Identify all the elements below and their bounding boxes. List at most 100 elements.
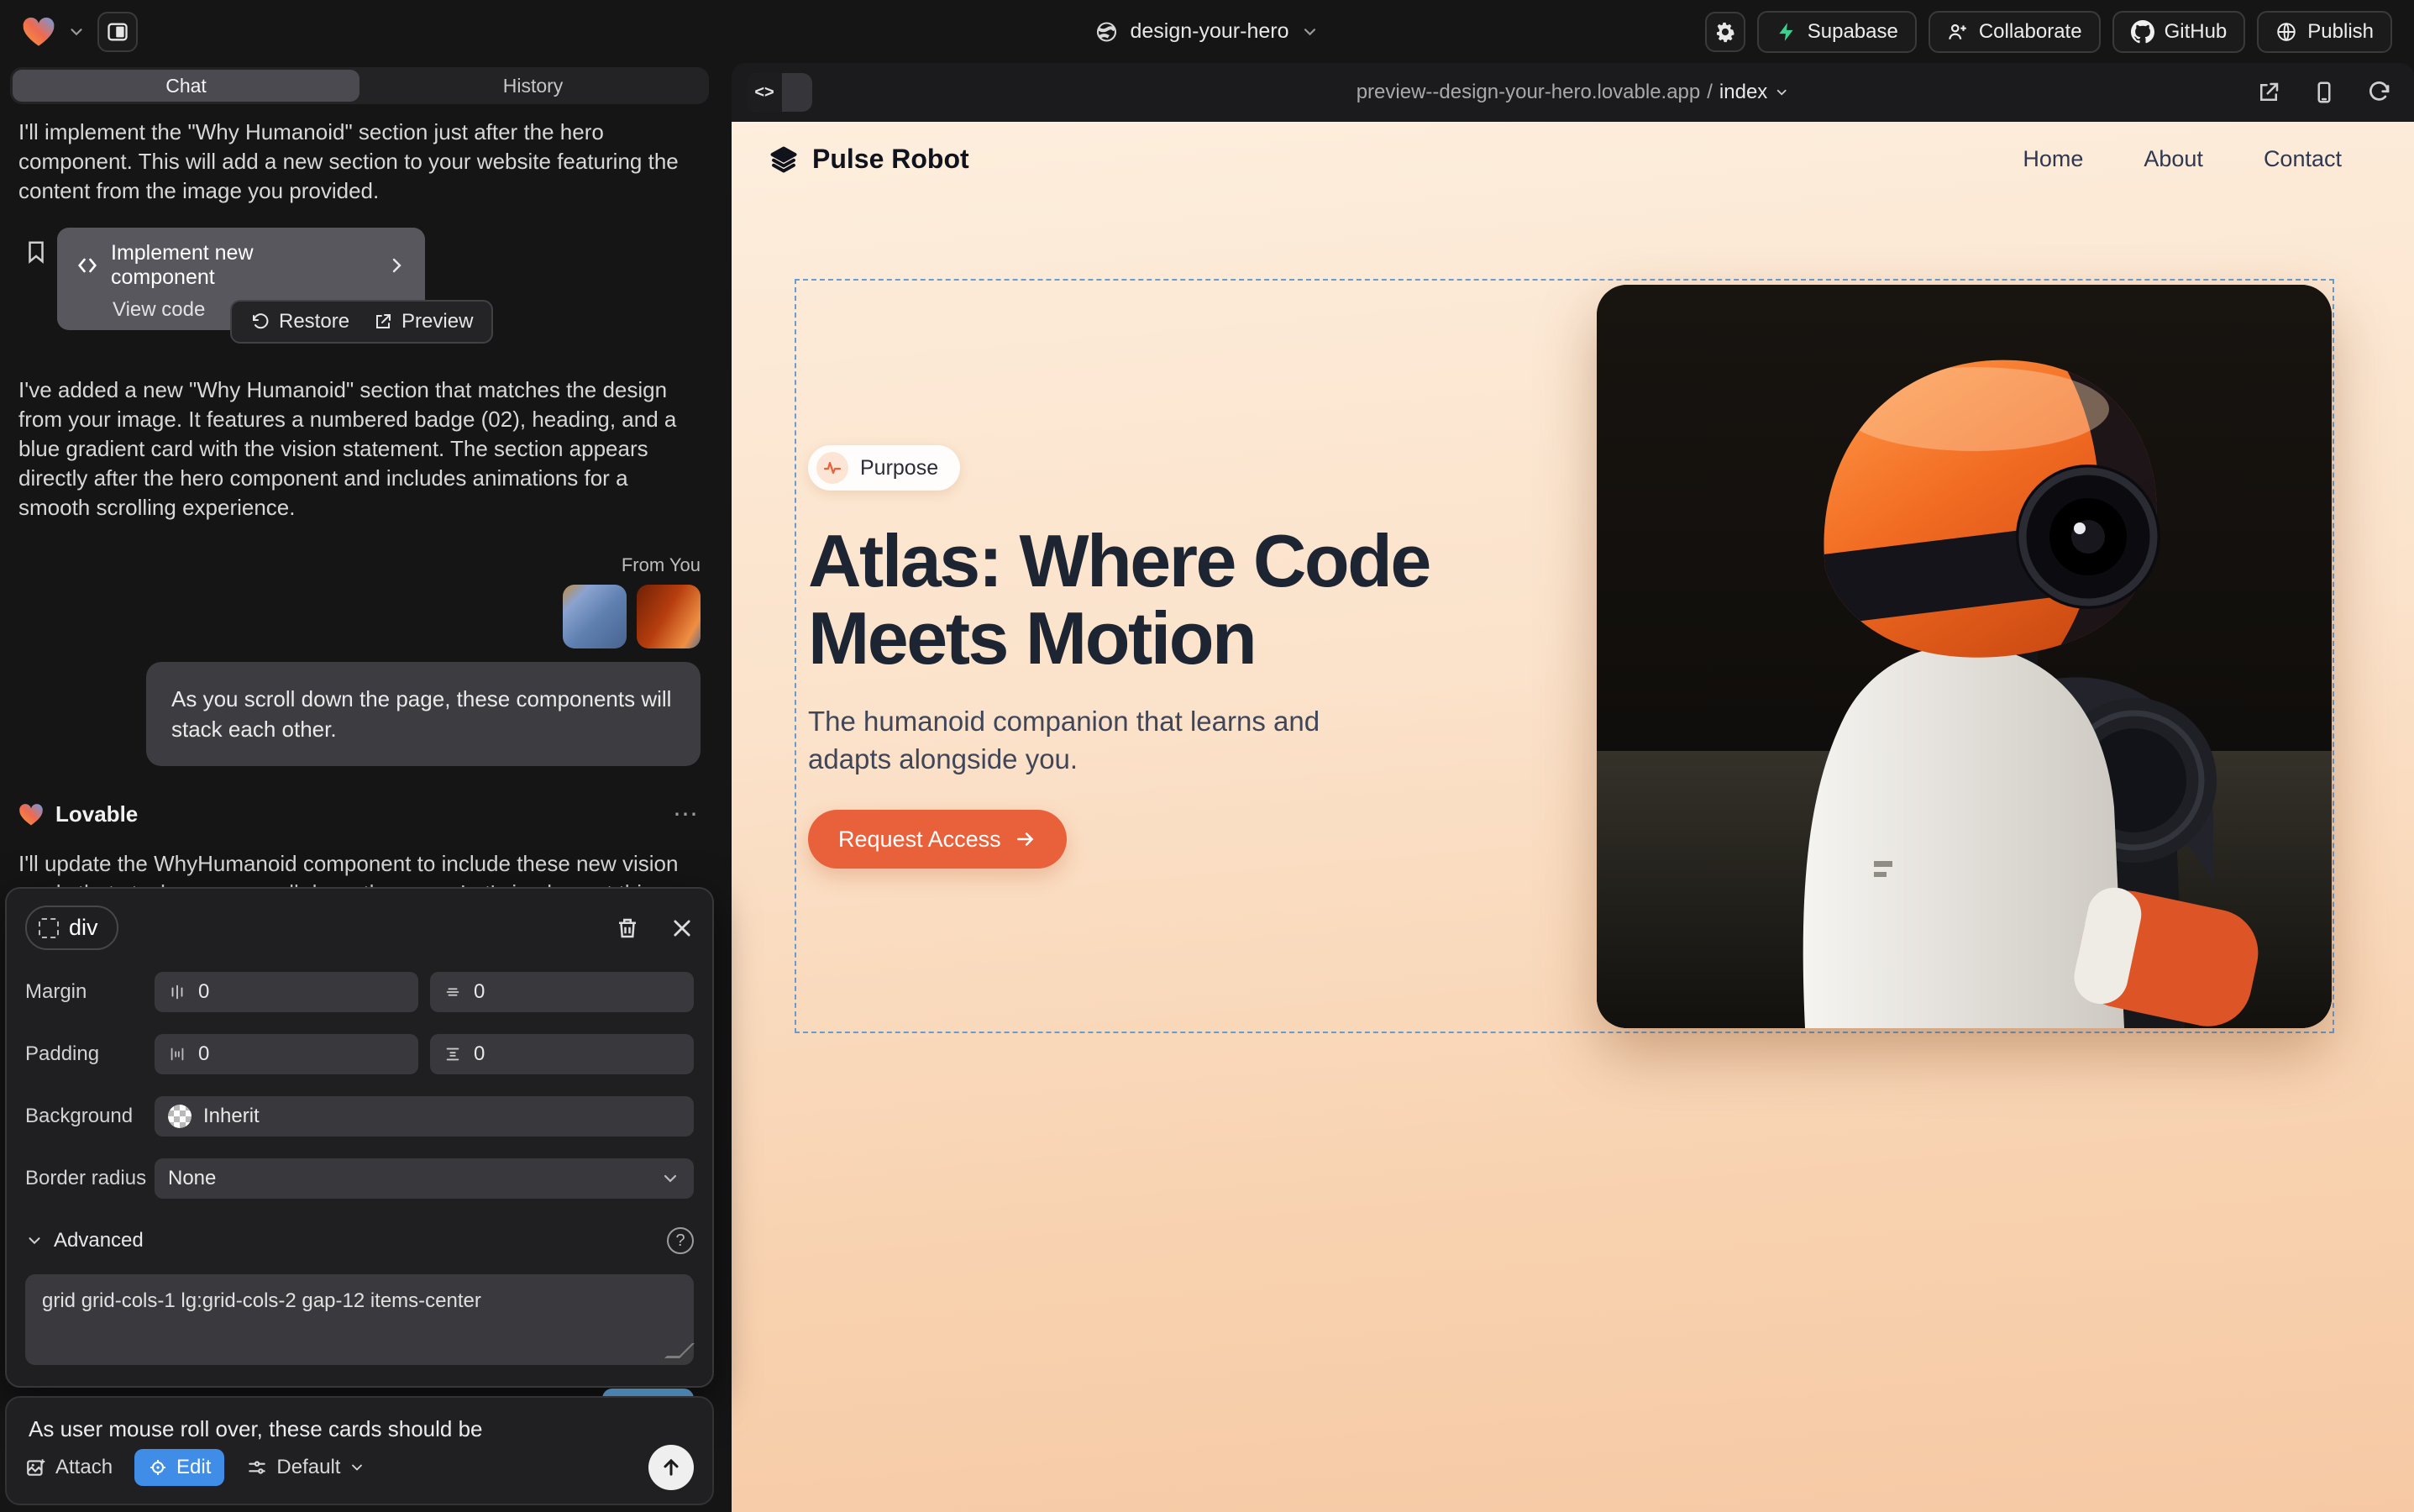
edit-label: Edit: [176, 1456, 211, 1479]
publish-label: Publish: [2307, 20, 2374, 44]
component-card-block: Implement new component View code Restor…: [5, 228, 714, 350]
padding-y-input[interactable]: 0: [430, 1034, 694, 1074]
site-brand[interactable]: Pulse Robot: [769, 144, 969, 175]
globe-icon: [1095, 20, 1119, 44]
classes-value: grid grid-cols-1 lg:grid-cols-2 gap-12 i…: [42, 1289, 481, 1312]
transparency-swatch-icon: [168, 1105, 192, 1128]
padding-y-icon: [443, 1045, 462, 1063]
code-icon: [76, 254, 99, 277]
padding-x-input[interactable]: 0: [155, 1034, 418, 1074]
margin-label: Margin: [25, 980, 155, 1004]
padding-x-icon: [168, 1045, 186, 1063]
topbar: design-your-hero Supabase Collaborate Gi…: [0, 0, 2414, 63]
mobile-view-button[interactable]: [2312, 80, 2337, 105]
chevron-right-icon: [386, 255, 407, 276]
project-name: design-your-hero: [1131, 19, 1289, 44]
lovable-heart-logo-icon[interactable]: [22, 16, 55, 48]
bookmark-icon[interactable]: [24, 239, 49, 265]
dashed-selection-icon: [39, 918, 59, 938]
chat-history-tabs: Chat History: [10, 67, 709, 104]
code-toggle-icon: <>: [747, 73, 782, 112]
assistant-message-1: I'll implement the "Why Humanoid" sectio…: [5, 118, 714, 206]
toggle-sidebar-button[interactable]: [97, 12, 138, 52]
rendered-website: Pulse Robot Home About Contact Purpose A…: [732, 122, 2414, 1512]
purpose-badge[interactable]: Purpose: [808, 445, 960, 491]
border-radius-select[interactable]: None: [155, 1158, 694, 1199]
margin-y-value: 0: [474, 980, 485, 1004]
resize-handle[interactable]: [664, 1343, 695, 1358]
project-chevron-down-icon: [1301, 23, 1320, 41]
send-button[interactable]: [648, 1445, 694, 1490]
preview-page-name: index: [1719, 81, 1767, 104]
tailwind-classes-textarea[interactable]: grid grid-cols-1 lg:grid-cols-2 gap-12 i…: [25, 1274, 694, 1365]
message-menu-button[interactable]: ⋯: [673, 800, 701, 829]
cta-label: Request Access: [838, 827, 1001, 853]
preview-label: Preview: [401, 310, 473, 333]
assistant-name: Lovable: [55, 801, 138, 827]
add-user-icon: [1947, 21, 1969, 43]
restore-button[interactable]: Restore: [250, 310, 349, 333]
tab-chat[interactable]: Chat: [13, 70, 359, 102]
element-inspector-panel: div Margin 0: [5, 887, 714, 1388]
publish-button[interactable]: Publish: [2257, 11, 2392, 53]
hero-section-selection[interactable]: Purpose Atlas: Where Code Meets Motion T…: [795, 279, 2334, 1033]
supabase-label: Supabase: [1808, 20, 1898, 44]
collaborate-button[interactable]: Collaborate: [1929, 11, 2101, 53]
assistant-header: Lovable ⋯: [5, 800, 714, 829]
delete-element-button[interactable]: [615, 916, 640, 941]
user-message-bubble: As you scroll down the page, these compo…: [146, 662, 701, 766]
preview-pane: <> preview--design-your-hero.lovable.app…: [732, 63, 2414, 1512]
nav-contact[interactable]: Contact: [2264, 146, 2342, 172]
preview-button[interactable]: Preview: [373, 310, 473, 333]
sliders-icon: [246, 1457, 268, 1478]
nav-home[interactable]: Home: [2023, 146, 2083, 172]
attach-image-icon: [25, 1457, 47, 1478]
supabase-button[interactable]: Supabase: [1757, 11, 1917, 53]
layers-icon: [769, 144, 799, 175]
border-radius-value: None: [168, 1167, 216, 1190]
attachment-thumbnail-orange[interactable]: [637, 585, 701, 648]
background-input[interactable]: Inherit: [155, 1096, 694, 1137]
margin-x-input[interactable]: 0: [155, 972, 418, 1012]
target-icon: [148, 1457, 168, 1478]
restore-icon: [250, 312, 270, 332]
tab-history[interactable]: History: [359, 70, 706, 102]
workspace-chevron-down-icon[interactable]: [67, 23, 86, 41]
github-button[interactable]: GitHub: [2112, 11, 2246, 53]
refresh-button[interactable]: [2367, 80, 2392, 105]
help-button[interactable]: ?: [667, 1227, 694, 1254]
edit-mode-button[interactable]: Edit: [134, 1449, 224, 1486]
margin-y-input[interactable]: 0: [430, 972, 694, 1012]
background-value: Inherit: [203, 1105, 260, 1128]
request-access-button[interactable]: Request Access: [808, 810, 1067, 869]
settings-button[interactable]: [1705, 12, 1745, 52]
supabase-bolt-icon: [1776, 21, 1797, 43]
advanced-toggle[interactable]: Advanced: [54, 1229, 144, 1252]
site-brand-name: Pulse Robot: [812, 144, 969, 175]
chat-composer[interactable]: As user mouse roll over, these cards sho…: [5, 1396, 714, 1505]
mode-label: Default: [276, 1456, 340, 1479]
nav-about[interactable]: About: [2144, 146, 2203, 172]
arrow-right-icon: [1015, 828, 1036, 850]
padding-y-value: 0: [474, 1042, 485, 1066]
margin-x-value: 0: [198, 980, 209, 1004]
open-in-new-tab-button[interactable]: [2256, 80, 2281, 105]
composer-input[interactable]: As user mouse roll over, these cards sho…: [29, 1416, 690, 1442]
project-switcher[interactable]: design-your-hero: [1095, 0, 1320, 63]
page-chevron-down-icon: [1774, 85, 1789, 100]
code-preview-toggle[interactable]: <>: [747, 73, 812, 112]
external-link-icon: [373, 312, 393, 332]
select-chevron-down-icon: [660, 1168, 680, 1189]
assistant-message-2: I've added a new "Why Humanoid" section …: [5, 375, 714, 522]
mode-selector[interactable]: Default: [246, 1456, 365, 1479]
attach-button[interactable]: Attach: [25, 1456, 113, 1479]
close-inspector-button[interactable]: [670, 916, 694, 940]
selected-element-chip[interactable]: div: [25, 906, 118, 950]
preview-url-bar[interactable]: preview--design-your-hero.lovable.app / …: [1357, 81, 1790, 104]
from-you-label: From You: [622, 554, 701, 576]
attachment-thumbnail-blue[interactable]: [563, 585, 627, 648]
from-you-block: From You: [5, 554, 714, 648]
hero-robot-image: [1597, 285, 2332, 1028]
site-nav: Home About Contact: [2023, 146, 2342, 172]
purpose-badge-label: Purpose: [860, 456, 938, 480]
